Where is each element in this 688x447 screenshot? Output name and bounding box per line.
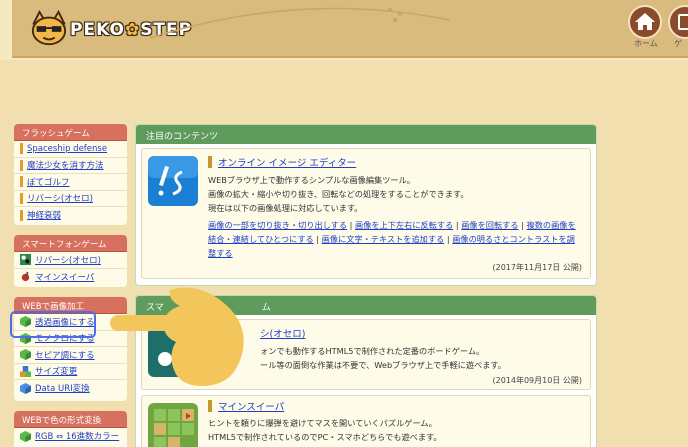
link-combine-cont[interactable]: 結合・連結してひとつにする — [208, 234, 314, 244]
image-editor-app-icon[interactable] — [148, 156, 198, 206]
bomb-icon — [21, 272, 30, 282]
featured-panel: 注目のコンテンツ オンライン イメージ エディター WEBブラウザ上で動作するシ… — [135, 124, 597, 286]
green-cube-icon — [20, 349, 31, 361]
home-icon — [635, 13, 655, 30]
sidebar-web-color: WEBで色の形式変換 RGB ⇔ 16進数カラー — [14, 411, 127, 447]
game-icon — [678, 14, 688, 30]
sidebar-smartphone-games: スマートフォンゲーム リバーシ(オセロ) マインスイーパ — [14, 235, 127, 287]
sidebar-item[interactable]: リバーシ(オセロ) — [14, 252, 127, 269]
reversi-title-link[interactable]: シ(オセロ) — [260, 326, 305, 340]
featured-description: WEBブラウザ上で動作するシンプルな画像編集ツール。 画像の拡大・縮小や切り抜き… — [208, 175, 469, 213]
sidebar-heading: フラッシュゲーム — [14, 124, 127, 141]
green-cube-icon — [20, 430, 31, 442]
link-brightness-cont[interactable]: 整する — [208, 248, 233, 258]
minesweeper-title-link[interactable]: マインスイーパ — [208, 399, 284, 413]
reversi-description: ォンでも動作するHTML5で制作された定番のボードゲーム。 ール等の面倒な作業は… — [260, 346, 506, 370]
sidebar-item[interactable]: 神経衰弱 — [14, 207, 127, 224]
nav-label-game[interactable]: ゲ — [674, 38, 682, 49]
link-crop[interactable]: 画像の一部を切り抜き・切り出しする — [208, 220, 347, 230]
reversi-icon — [20, 254, 31, 266]
home-button[interactable] — [628, 5, 662, 39]
featured-title-link[interactable]: オンライン イメージ エディター — [208, 155, 356, 169]
reversi-date: (2014年09月10日 公開) — [492, 376, 582, 385]
link-combine[interactable]: 複数の画像を — [527, 220, 576, 230]
sidebar-heading: スマートフォンゲーム — [14, 235, 127, 252]
featured-date: (2017年11月17日 公開) — [492, 263, 582, 272]
sidebar-item[interactable]: ぽてゴルフ — [14, 174, 127, 191]
link-flip[interactable]: 画像を上下左右に反転する — [355, 220, 453, 230]
decorative-curve — [150, 7, 450, 39]
minesweeper-card: マインスイーパ ヒントを頼りに爆弾を避けてマスを開いていくパズルゲーム。 HTM… — [141, 395, 591, 447]
cat-logo-icon[interactable] — [30, 10, 68, 48]
selection-highlight — [10, 311, 96, 338]
sidebar-item[interactable]: リバーシ(オセロ) — [14, 191, 127, 207]
sidebar-flash-games: フラッシュゲーム Spaceship defense 魔法少女を消す方法 ぽてゴ… — [14, 124, 127, 225]
game-button[interactable] — [668, 5, 688, 39]
link-brightness[interactable]: 画像の明るさとコントラストを調 — [452, 234, 575, 244]
pointing-hand-icon — [110, 287, 244, 386]
cubes-icon — [20, 365, 31, 377]
sidebar-item[interactable]: Spaceship defense — [14, 141, 127, 158]
sidebar-item-rgb[interactable]: RGB ⇔ 16進数カラー — [14, 428, 127, 445]
sidebar-heading: WEBで色の形式変換 — [14, 411, 127, 428]
site-header: PEKO✿STEP ホーム ゲ — [0, 0, 688, 60]
featured-card: オンライン イメージ エディター WEBブラウザ上で動作するシンプルな画像編集ツ… — [141, 148, 591, 279]
featured-heading: 注目のコンテンツ — [136, 125, 596, 144]
link-add-text[interactable]: 画像に文字・テキストを追加する — [322, 234, 445, 244]
link-rotate[interactable]: 画像を回転する — [461, 220, 518, 230]
nav-label-home[interactable]: ホーム — [634, 38, 658, 49]
blue-cube-icon — [20, 382, 31, 394]
sidebar-item[interactable]: 魔法少女を消す方法 — [14, 158, 127, 174]
minesweeper-app-icon[interactable] — [148, 403, 198, 447]
minesweeper-description: ヒントを頼りに爆弾を避けてマスを開いていくパズルゲーム。 HTML5で制作されて… — [208, 418, 442, 442]
featured-links: 画像の一部を切り抜き・切り出しする | 画像を上下左右に反転する | 画像を回転… — [208, 220, 576, 258]
